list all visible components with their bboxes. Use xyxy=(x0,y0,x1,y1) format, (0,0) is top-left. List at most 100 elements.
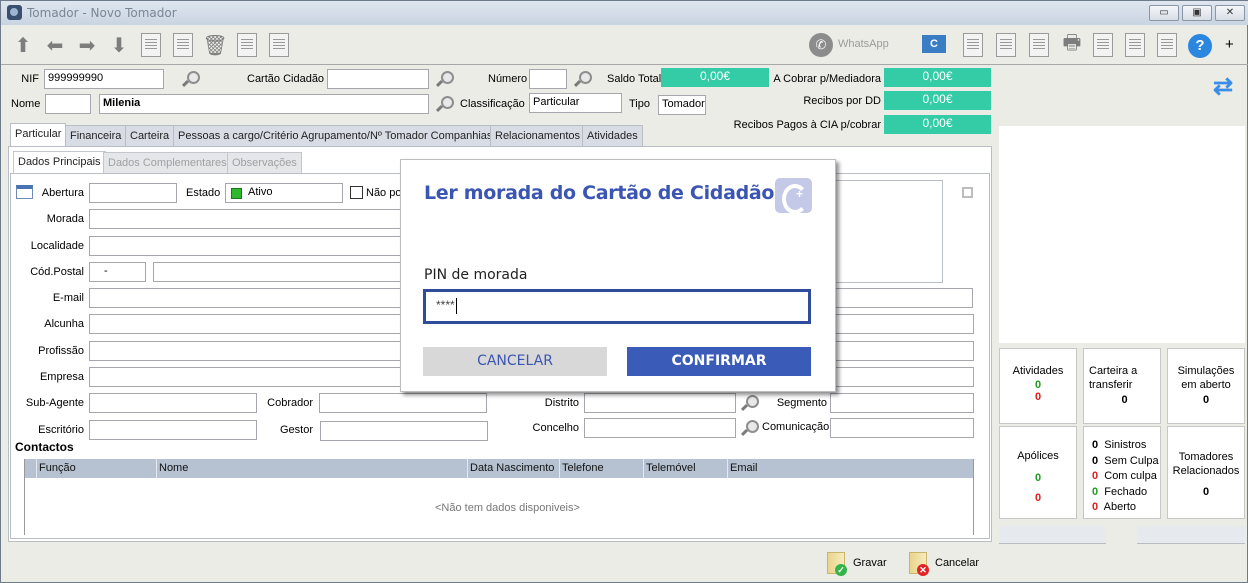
col-email[interactable]: Email xyxy=(730,462,758,474)
tab-atividades[interactable]: Atividades xyxy=(582,125,643,147)
right-field-3[interactable] xyxy=(833,341,974,361)
right-field-1[interactable] xyxy=(833,288,973,308)
nome-search-icon[interactable] xyxy=(435,95,454,113)
localidade-label: Localidade xyxy=(30,240,84,252)
tab-pessoas-a-cargo[interactable]: Pessoas a cargo/Critério Agrupamento/Nº … xyxy=(173,125,498,147)
col-telemovel[interactable]: Telemóvel xyxy=(646,462,696,474)
morada-input[interactable] xyxy=(89,209,401,229)
plus-icon[interactable]: + xyxy=(1225,36,1234,53)
nao-checkbox[interactable] xyxy=(350,186,363,199)
card-apolices[interactable]: Apólices 0 0 xyxy=(999,426,1077,519)
estado-select[interactable]: Ativo xyxy=(225,183,343,203)
numero-label: Número xyxy=(488,73,528,85)
restore-button[interactable]: ▣ xyxy=(1182,5,1212,21)
view-document-icon[interactable] xyxy=(235,33,259,57)
gestor-input[interactable] xyxy=(320,421,488,441)
col-telefone[interactable]: Telefone xyxy=(562,462,604,474)
col-funcao[interactable]: Função xyxy=(39,462,76,474)
col-nome[interactable]: Nome xyxy=(159,462,188,474)
empresa-input[interactable] xyxy=(89,367,401,387)
codpostal-input[interactable]: - xyxy=(89,262,146,282)
numero-input[interactable] xyxy=(529,69,567,89)
escritorio-input[interactable] xyxy=(89,420,257,440)
minimize-button[interactable]: ▭ xyxy=(1149,5,1179,21)
printer-icon[interactable]: 🖶 xyxy=(1060,32,1084,57)
segmento-input[interactable] xyxy=(830,393,974,413)
classificacao-label: Classificação xyxy=(460,98,525,110)
classificacao-input[interactable]: Particular xyxy=(529,93,622,113)
dialog-cancel-button[interactable]: CANCELAR xyxy=(423,347,607,376)
side-bar-left xyxy=(999,526,1106,544)
comunicacao-input[interactable] xyxy=(830,418,974,438)
dialog-confirm-button[interactable]: CONFIRMAR xyxy=(627,347,811,376)
tipo-label: Tipo xyxy=(629,98,650,110)
subagente-input[interactable] xyxy=(89,393,257,413)
distrito-input[interactable] xyxy=(584,393,736,413)
copy-document-icon[interactable] xyxy=(1123,33,1147,57)
email-input[interactable] xyxy=(89,288,401,308)
arrow-right-icon[interactable]: ➡ xyxy=(75,33,99,57)
edit-document-icon[interactable] xyxy=(171,33,195,57)
citizen-card-icon[interactable]: C xyxy=(922,35,946,53)
col-data-nascimento[interactable]: Data Nascimento xyxy=(470,462,554,474)
email-document-icon[interactable] xyxy=(994,33,1018,57)
trash-icon[interactable]: 🗑 xyxy=(202,33,227,57)
subtab-dados-principais[interactable]: Dados Principais xyxy=(13,151,106,173)
nif-label: NIF xyxy=(21,73,39,85)
card-atividades[interactable]: Atividades 0 0 xyxy=(999,348,1077,424)
close-button[interactable]: ✕ xyxy=(1215,5,1245,21)
user-document-icon[interactable] xyxy=(1155,33,1179,57)
list-document-icon[interactable] xyxy=(267,33,291,57)
pin-input[interactable]: **** xyxy=(423,289,811,324)
codpostal-locality-input[interactable] xyxy=(153,262,401,282)
profissao-input[interactable] xyxy=(89,341,401,361)
whatsapp-icon[interactable]: ✆ xyxy=(809,33,833,57)
concelho-search-icon[interactable] xyxy=(740,419,759,437)
card-sinistros[interactable]: 0 Sinistros 0 Sem Culpa 0 Com culpa 0 Fe… xyxy=(1083,426,1161,519)
cobrador-input[interactable] xyxy=(319,393,487,413)
new-document-icon[interactable] xyxy=(139,33,163,57)
alcunha-input[interactable] xyxy=(89,314,401,334)
tipo-input[interactable]: Tomador xyxy=(658,95,706,115)
gravar-label: Gravar xyxy=(853,557,887,569)
numero-search-icon[interactable] xyxy=(573,70,592,88)
distrito-search-icon[interactable] xyxy=(740,394,759,412)
nif-search-icon[interactable] xyxy=(181,70,200,88)
arrow-up-icon[interactable]: ⬆ xyxy=(11,33,35,57)
window-title: Tomador - Novo Tomador xyxy=(27,6,177,20)
arrow-left-icon[interactable]: ⬅ xyxy=(43,33,67,57)
subtab-dados-complementares[interactable]: Dados Complementares xyxy=(103,152,232,174)
concelho-input[interactable] xyxy=(584,418,736,438)
right-field-2[interactable] xyxy=(833,314,974,334)
subtab-observacoes[interactable]: Observações xyxy=(227,152,302,174)
tab-financeira[interactable]: Financeira xyxy=(65,125,127,147)
scanner-icon[interactable] xyxy=(1027,33,1051,57)
nif-input[interactable]: 999999990 xyxy=(44,69,164,89)
refresh-icon[interactable]: ⇄ xyxy=(1209,73,1237,101)
card-simulacoes[interactable]: Simulações em aberto 0 xyxy=(1167,348,1245,424)
localidade-input[interactable] xyxy=(89,236,401,256)
contactos-grid-header: Função Nome Data Nascimento Telefone Tel… xyxy=(25,459,973,478)
right-field-4[interactable] xyxy=(833,367,974,387)
word-export-icon[interactable] xyxy=(1091,33,1115,57)
tab-carteira[interactable]: Carteira xyxy=(125,125,175,147)
gravar-button[interactable]: ✓ Gravar xyxy=(827,552,887,578)
tab-relacionamentos[interactable]: Relacionamentos xyxy=(490,125,585,147)
nao-label: Não po xyxy=(366,187,402,199)
arrow-down-icon[interactable]: ⬇ xyxy=(107,33,131,57)
photo-checkbox[interactable] xyxy=(962,187,973,198)
cartao-search-icon[interactable] xyxy=(435,70,454,88)
nome-prefix-input[interactable] xyxy=(45,94,91,114)
cartao-input[interactable] xyxy=(327,69,429,89)
abertura-input[interactable] xyxy=(89,183,177,203)
nome-input[interactable]: Milenia xyxy=(99,94,429,114)
card-apolices-red: 0 xyxy=(1034,492,1042,504)
tab-particular[interactable]: Particular xyxy=(10,123,67,147)
whatsapp-label[interactable]: WhatsApp xyxy=(838,38,889,50)
card-tomadores[interactable]: Tomadores Relacionados 0 xyxy=(1167,426,1245,519)
card-atividades-red: 0 xyxy=(1034,391,1042,403)
help-icon[interactable]: ? xyxy=(1188,34,1212,58)
calendar-document-icon[interactable] xyxy=(961,33,985,57)
card-carteira[interactable]: Carteira a transferir 0 xyxy=(1083,348,1161,424)
cancelar-button[interactable]: ✕ Cancelar xyxy=(909,552,984,578)
